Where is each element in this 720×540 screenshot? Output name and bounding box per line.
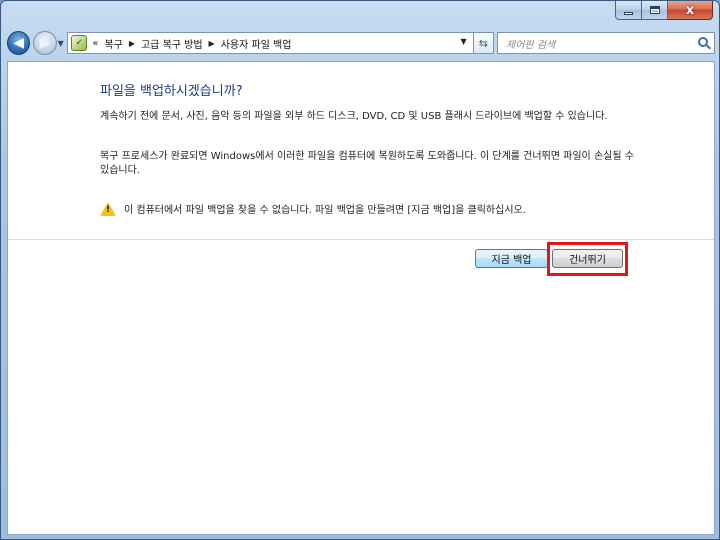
address-bar[interactable]: ✓ « 복구 ▶ 고급 복구 방법 ▶ 사용자 파일 백업 ▼ [67, 32, 474, 54]
divider [8, 239, 714, 240]
highlight-box [547, 242, 628, 276]
recent-pages-dropdown[interactable]: ▼ [58, 39, 66, 48]
navigation-bar: ◀ ▶ ▼ ✓ « 복구 ▶ 고급 복구 방법 ▶ 사용자 파일 백업 ▼ ⇆ … [7, 29, 715, 57]
maximize-button[interactable] [642, 1, 668, 20]
breadcrumb-advanced-recovery[interactable]: 고급 복구 방법 [141, 36, 203, 51]
window-frame: x ◀ ▶ ▼ ✓ « 복구 ▶ 고급 복구 방법 ▶ 사용자 파일 백업 ▼ … [0, 0, 720, 540]
breadcrumb-separator-icon[interactable]: ▶ [129, 39, 135, 48]
warning-message: ! 이 컴퓨터에서 파일 백업을 찾을 수 없습니다. 파일 백업을 만들려면 … [100, 201, 526, 216]
forward-button[interactable]: ▶ [33, 31, 57, 55]
main-content: 파일을 백업하시겠습니까? 계속하기 전에 문서, 사진, 음악 등의 파일을 … [7, 61, 715, 535]
chevron-down-icon[interactable]: ▼ [461, 37, 467, 46]
search-input[interactable]: 제어판 검색 [506, 36, 555, 51]
search-box[interactable]: 제어판 검색 [497, 32, 715, 54]
refresh-icon: ⇆ [478, 36, 488, 50]
breadcrumb-recovery[interactable]: 복구 [104, 36, 122, 51]
refresh-button[interactable]: ⇆ [472, 32, 495, 54]
breadcrumb-separator-icon[interactable]: ▶ [209, 39, 215, 48]
breadcrumb-prefix[interactable]: « [92, 38, 98, 49]
minimize-icon [624, 11, 633, 15]
warning-icon: ! [100, 201, 116, 216]
search-icon[interactable] [698, 37, 708, 47]
backup-now-button[interactable]: 지금 백업 [475, 249, 548, 268]
arrow-left-icon: ◀ [13, 35, 25, 51]
back-button[interactable]: ◀ [7, 31, 31, 55]
maximize-icon [649, 6, 660, 14]
description-text: 계속하기 전에 문서, 사진, 음악 등의 파일을 외부 하드 디스크, DVD… [100, 111, 608, 122]
control-panel-icon: ✓ [71, 35, 88, 51]
arrow-right-icon: ▶ [39, 35, 51, 51]
warning-text: 이 컴퓨터에서 파일 백업을 찾을 수 없습니다. 파일 백업을 만들려면 [지… [124, 205, 526, 216]
restore-info-text: 복구 프로세스가 완료되면 Windows에서 이러한 파일을 컴퓨터에 복원하… [100, 151, 634, 176]
close-icon: x [685, 2, 695, 18]
caption-buttons: x [615, 1, 713, 21]
close-button[interactable]: x [668, 1, 713, 20]
minimize-button[interactable] [615, 1, 642, 20]
breadcrumb-backup-files[interactable]: 사용자 파일 백업 [221, 36, 292, 51]
page-title: 파일을 백업하시겠습니까? [100, 84, 243, 99]
